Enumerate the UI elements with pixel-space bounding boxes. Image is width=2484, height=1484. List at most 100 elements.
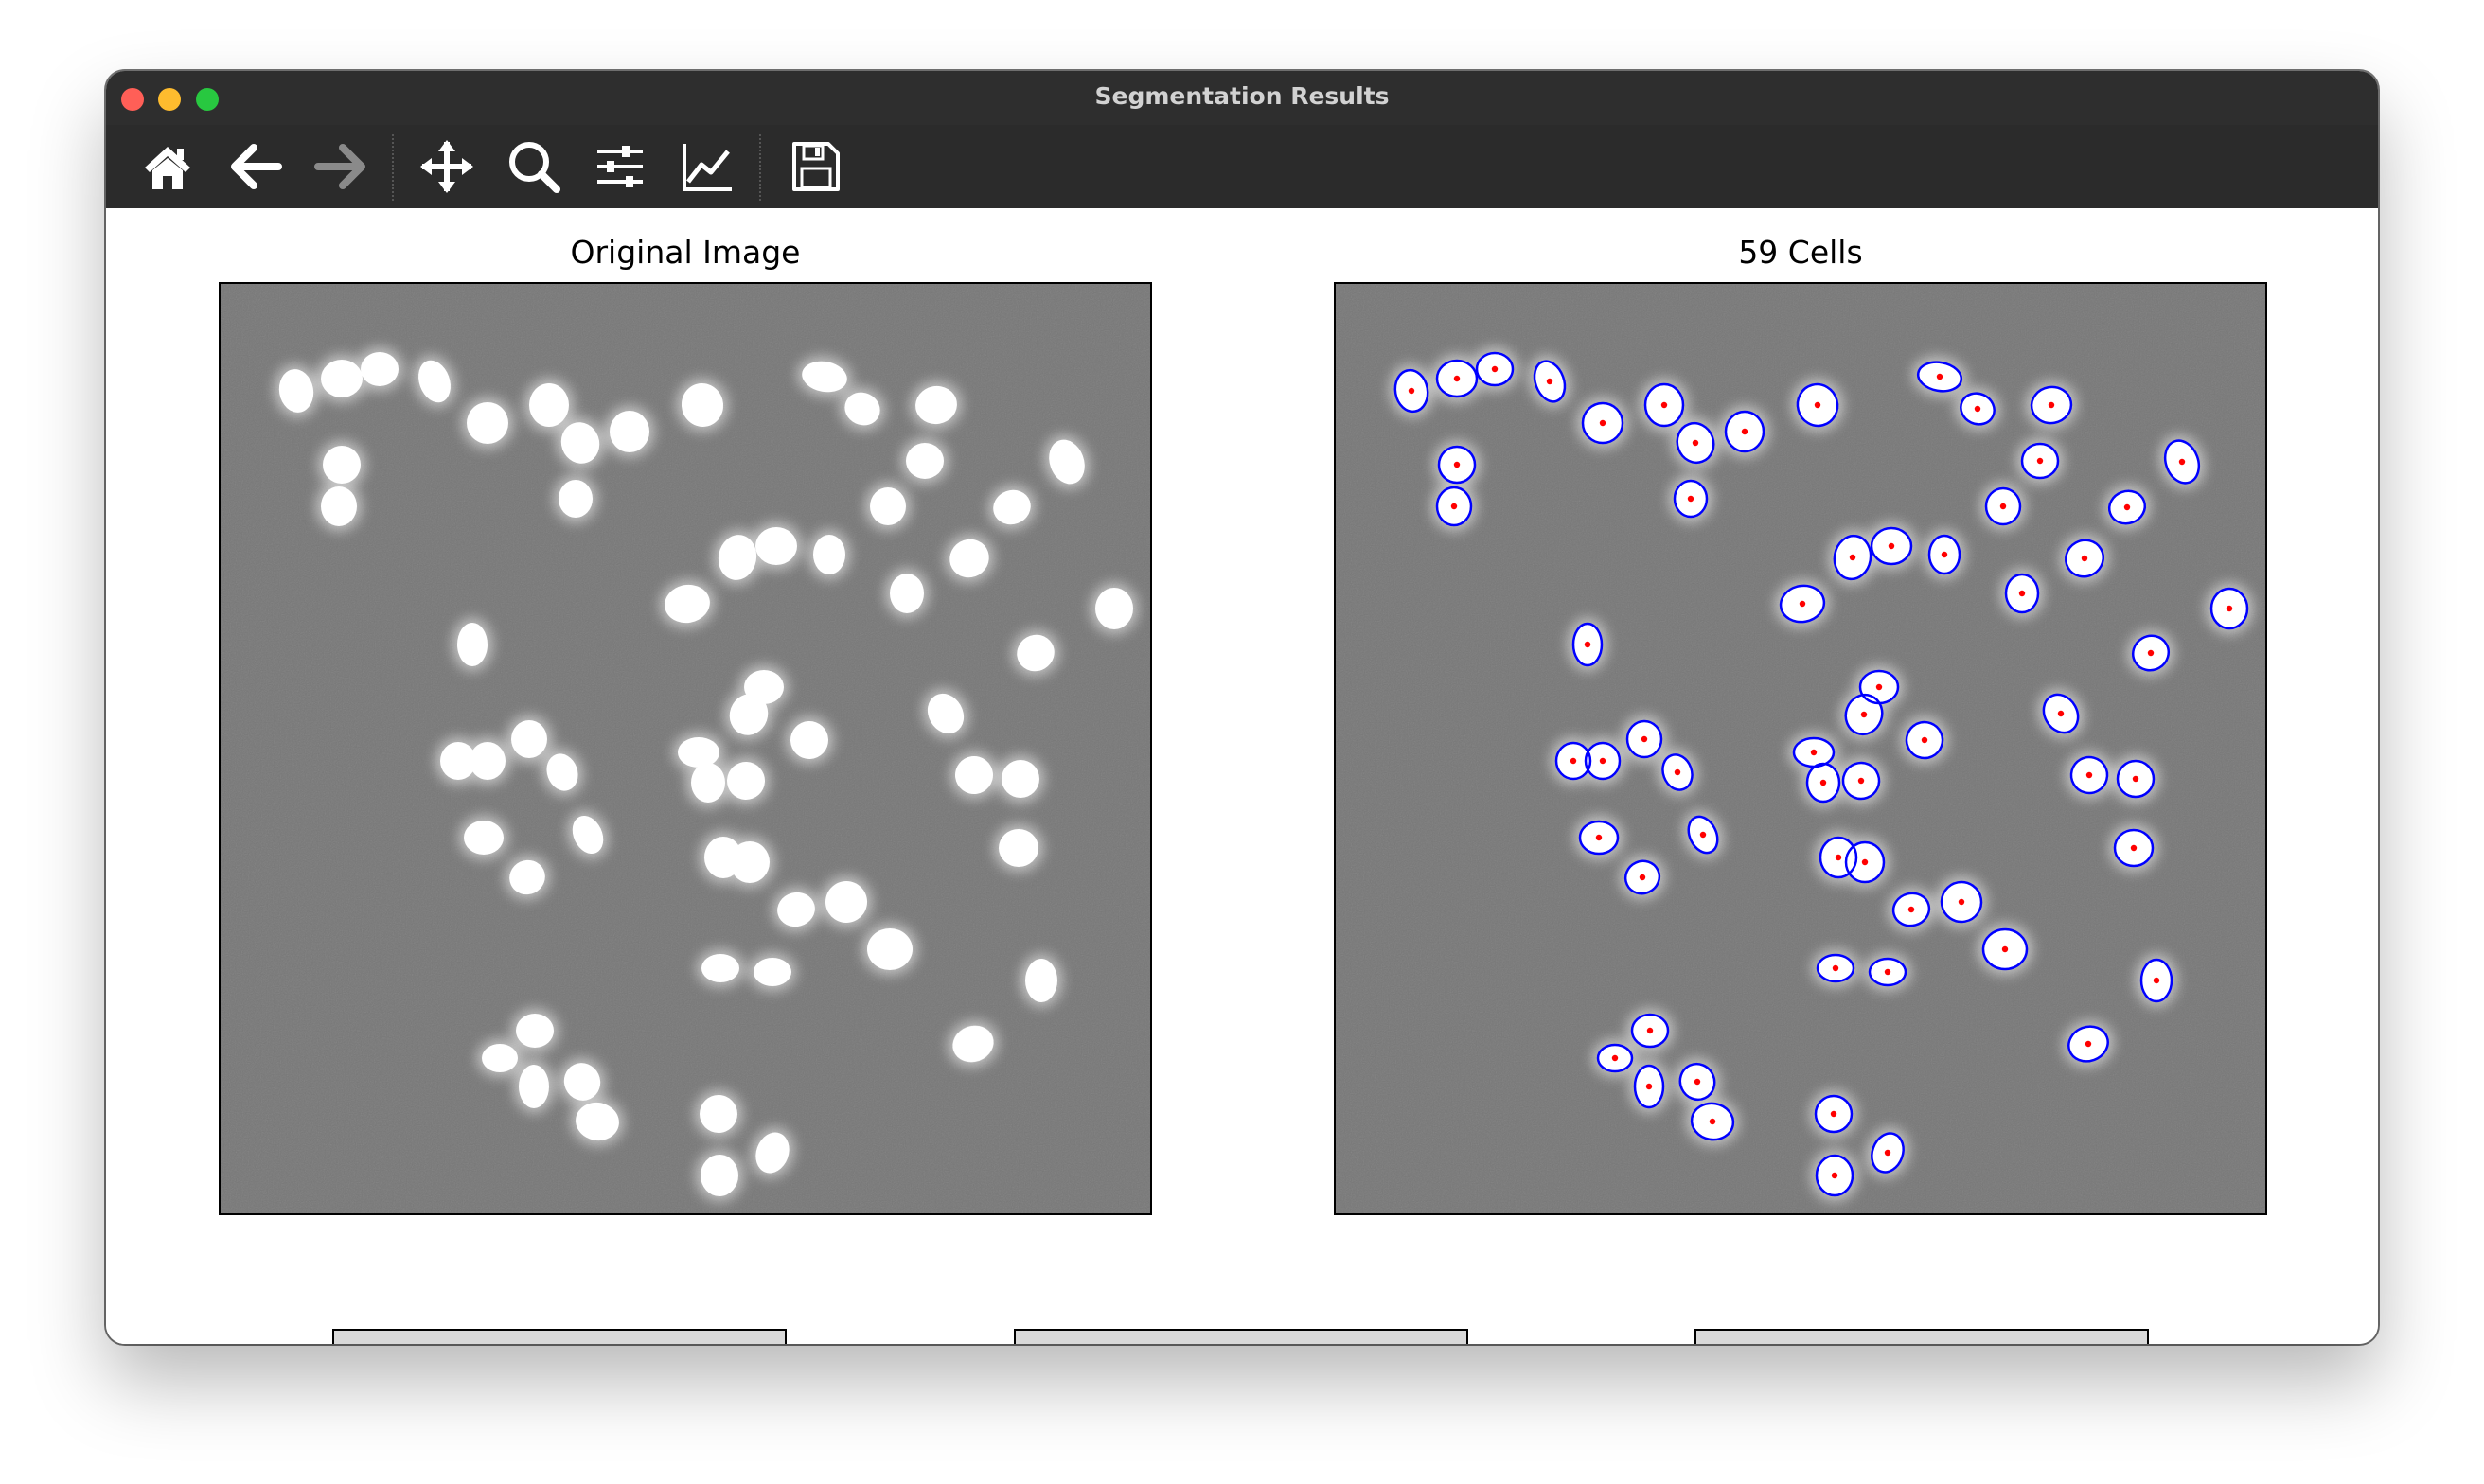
segmented-image-axes[interactable] xyxy=(1334,282,2267,1215)
cell-nucleus xyxy=(813,535,845,574)
pan-icon xyxy=(420,140,473,193)
home-button[interactable] xyxy=(139,138,196,195)
cell-nucleus xyxy=(906,443,944,479)
cell-nucleus xyxy=(464,821,504,855)
pan-button[interactable] xyxy=(418,138,475,195)
cell-centroid xyxy=(2036,457,2044,465)
cell-centroid xyxy=(1595,834,1603,841)
figure-canvas: Original Image 59 Cells Save Masks Save … xyxy=(106,208,2378,1344)
back-arrow-icon xyxy=(231,144,282,189)
zoom-icon xyxy=(509,142,560,193)
edit-axis-button[interactable] xyxy=(679,138,736,195)
cell-centroid xyxy=(1687,495,1694,503)
cell-centroid xyxy=(1408,387,1415,395)
left-panel-title: Original Image xyxy=(570,234,801,271)
cell-nucleus xyxy=(482,1044,518,1072)
cell-nucleus xyxy=(867,928,913,970)
cell-centroid xyxy=(1941,551,1948,558)
cell-centroid xyxy=(1860,711,1868,718)
cell-nucleus xyxy=(755,527,797,565)
cell-centroid xyxy=(1611,1054,1619,1062)
cell-centroid xyxy=(1810,749,1818,756)
save-xy-coordinates-button[interactable]: Save XY Coordinates xyxy=(1014,1329,1468,1344)
cell-centroid xyxy=(1861,858,1869,866)
cell-nucleus xyxy=(470,742,506,780)
cell-centroid xyxy=(1692,439,1699,447)
forward-arrow-icon xyxy=(314,144,365,189)
cell-centroid xyxy=(1660,401,1668,409)
cell-centroid xyxy=(1921,736,1928,744)
original-image xyxy=(221,284,1150,1213)
save-array-indices-button[interactable]: Save Array Indices xyxy=(1694,1329,2149,1344)
cell-nucleus xyxy=(529,383,569,427)
cell-nucleus xyxy=(511,720,547,758)
home-icon xyxy=(145,147,190,189)
cell-centroid xyxy=(1814,401,1821,409)
cell-centroid xyxy=(1799,600,1806,608)
cell-centroid xyxy=(2048,401,2055,409)
cell-nucleus xyxy=(701,954,739,982)
toolbar-separator xyxy=(392,134,394,201)
cell-nucleus xyxy=(730,841,770,883)
cell-centroid xyxy=(1641,735,1648,743)
cell-centroid xyxy=(2132,775,2139,783)
cell-centroid xyxy=(1646,1027,1654,1034)
cell-nucleus xyxy=(1025,959,1057,1002)
cell-centroid xyxy=(1674,768,1681,776)
cell-centroid xyxy=(2153,977,2160,984)
cell-centroid xyxy=(2057,710,2065,717)
cell-nucleus xyxy=(678,737,719,768)
cell-centroid xyxy=(1639,874,1646,881)
cell-centroid xyxy=(2085,1040,2092,1048)
cell-centroid xyxy=(1546,378,1553,385)
cell-nucleus xyxy=(754,958,791,986)
cell-centroid xyxy=(2085,771,2093,779)
title-bar: Segmentation Results xyxy=(106,71,2378,126)
cell-nucleus xyxy=(519,1065,549,1108)
cell-centroid xyxy=(1888,542,1895,550)
cell-centroid xyxy=(2123,504,2131,511)
cell-centroid xyxy=(2018,590,2026,597)
zoom-button[interactable] xyxy=(506,138,562,195)
configure-subplots-icon xyxy=(597,146,643,187)
right-panel-title: 59 Cells xyxy=(1738,234,1863,271)
cell-nucleus xyxy=(700,1095,737,1133)
save-figure-icon xyxy=(792,142,840,191)
configure-subplots-button[interactable] xyxy=(592,138,648,195)
cell-centroid xyxy=(1999,503,2007,510)
cell-centroid xyxy=(1570,757,1577,765)
cell-nucleus xyxy=(691,763,725,803)
back-button[interactable] xyxy=(227,138,284,195)
forward-button[interactable] xyxy=(312,138,369,195)
cell-centroid xyxy=(1884,968,1891,976)
cell-nucleus xyxy=(559,480,593,518)
cell-centroid xyxy=(1849,554,1856,561)
segmentation-overlay-image xyxy=(1336,284,2265,1213)
cell-centroid xyxy=(1831,1172,1838,1179)
cell-nucleus xyxy=(321,360,363,398)
cell-centroid xyxy=(2178,458,2186,466)
cell-centroid xyxy=(2226,605,2233,612)
cell-nucleus xyxy=(701,1155,738,1196)
cell-nucleus xyxy=(323,446,361,484)
cell-centroid xyxy=(1936,373,1943,380)
cell-centroid xyxy=(1875,683,1883,691)
save-figure-button[interactable] xyxy=(787,138,843,195)
cell-centroid xyxy=(1832,964,1839,972)
app-window: Segmentation Results Original Image 59 C… xyxy=(106,71,2378,1344)
cell-nucleus xyxy=(610,411,649,452)
cell-centroid xyxy=(1450,503,1458,510)
cell-centroid xyxy=(1709,1118,1716,1125)
cell-centroid xyxy=(2001,945,2009,953)
cell-centroid xyxy=(2147,649,2155,657)
cell-nucleus xyxy=(890,574,924,613)
edit-axis-icon xyxy=(683,144,732,191)
cell-centroid xyxy=(1819,779,1827,786)
original-image-axes[interactable] xyxy=(219,282,1152,1215)
cell-nucleus xyxy=(361,352,399,386)
save-masks-button[interactable]: Save Masks xyxy=(332,1329,787,1344)
cell-nucleus xyxy=(457,623,488,666)
cell-centroid xyxy=(1584,641,1591,648)
cell-centroid xyxy=(1830,1110,1837,1118)
cell-nucleus xyxy=(321,486,357,526)
